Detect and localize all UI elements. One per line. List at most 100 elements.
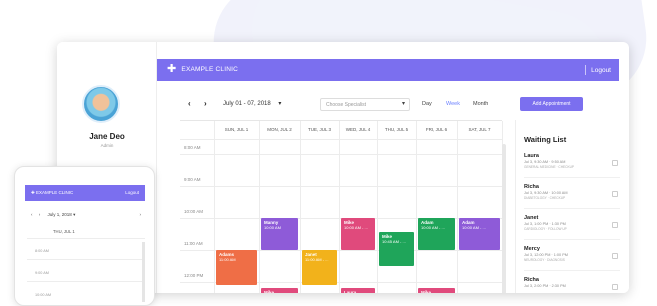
mobile-top-nav-bar: ✚ EXAMPLE CLINIC Logout [25, 185, 145, 201]
grid-column-line [339, 121, 340, 293]
week-calendar-grid: SUN, JUL 1 MON, JUL 2 TUE, JUL 3 WED, JUL 4… [180, 120, 503, 293]
waiting-patient-name: Richa [524, 277, 539, 283]
specialist-select[interactable]: Choose Specialist ▾ [320, 98, 410, 111]
calendar-icon[interactable] [612, 253, 618, 259]
prev-week-button[interactable]: ‹ [188, 99, 191, 108]
mobile-next-button[interactable]: › [39, 212, 41, 217]
appointment-event[interactable]: Manny 10:00 AM [261, 218, 298, 250]
grid-row-line [180, 186, 502, 187]
grid-column-line [377, 121, 378, 293]
time-slot-label: 12:00 PM [184, 273, 204, 278]
add-appointment-button[interactable]: Add Appointment [520, 97, 583, 111]
appointment-event[interactable]: Adams 11:00 AM [216, 250, 257, 286]
appointment-event[interactable]: Mike [418, 288, 455, 293]
date-range-dropdown[interactable]: July 01 - 07, 2018 ▾ [223, 100, 281, 107]
date-range-label: July 01 - 07, 2018 [223, 101, 271, 107]
view-month-button[interactable]: Month [473, 101, 488, 107]
mobile-logout-button[interactable]: Logout [125, 190, 139, 195]
calendar-toolbar: ‹ › July 01 - 07, 2018 ▾ Choose Speciali… [179, 98, 509, 112]
logout-button[interactable]: Logout [585, 65, 611, 75]
waiting-appointment-time: Jul 3, 9:30 AM · 9:50 AM [524, 160, 566, 164]
appointment-event[interactable]: Mike [261, 288, 298, 293]
mobile-time-label: 9:00 AM [35, 271, 49, 275]
day-column-header[interactable]: SAT, JUL 7 [457, 127, 502, 132]
calendar-icon[interactable] [612, 284, 618, 290]
mobile-date-label[interactable]: July 1, 2018 [48, 212, 72, 217]
time-slot-label: 9:00 AM [184, 177, 201, 182]
waiting-list-item[interactable]: Richa Jul 3, 9:30 AM · 10:00 AM DIABETOLOG… [524, 184, 620, 209]
appointment-event[interactable]: Mike 10:00 AM - ... [341, 218, 375, 250]
mobile-time-label: 10:00 AM [35, 293, 52, 297]
appointment-time: 10:45 AM - ... [382, 239, 406, 245]
waiting-appointment-time: Jul 3, 2:00 PM · 2:30 PM [524, 284, 566, 288]
top-nav-bar: ✚ EXAMPLE CLINIC Logout [157, 59, 619, 81]
brand-logo[interactable]: ✚ EXAMPLE CLINIC [167, 64, 238, 75]
mobile-app-preview: ✚ EXAMPLE CLINIC Logout ‹ › July 1, 2018… [14, 166, 155, 306]
mobile-time-label: 8:00 AM [35, 249, 49, 253]
appointment-time: 10:00 AM - ... [344, 225, 368, 230]
mobile-brand-name: EXAMPLE CLINIC [36, 190, 74, 195]
divider [27, 281, 145, 282]
avatar[interactable] [82, 85, 120, 123]
view-week-button[interactable]: Week [446, 101, 460, 107]
calendar-icon[interactable] [612, 222, 618, 228]
waiting-department: DIABETOLOGY · CHECKUP [524, 196, 566, 200]
chevron-down-icon: ▾ [73, 212, 76, 217]
day-column-header[interactable]: WED, JUL 4 [339, 127, 377, 132]
time-slot-label: 8:00 AM [184, 145, 201, 150]
divider [27, 238, 145, 239]
divider [27, 259, 145, 260]
grid-column-line [300, 121, 301, 293]
appointment-time: 11:00 AM [219, 257, 236, 262]
appointment-time: 10:00 AM - ... [421, 225, 445, 230]
grid-column-line [416, 121, 417, 293]
mobile-scrollbar[interactable] [142, 242, 145, 302]
divider [585, 65, 587, 75]
appointment-event[interactable]: Mike 10:45 AM - ... [379, 232, 414, 266]
profile-role: Admin [100, 143, 114, 148]
day-column-header[interactable]: SUN, JUL 1 [214, 127, 259, 132]
appointment-event[interactable]: Adam 10:00 AM - ... [459, 218, 500, 250]
appointment-time: 11:00 AM - ... [305, 257, 329, 262]
waiting-list-title: Waiting List [524, 135, 567, 144]
mobile-brand[interactable]: ✚ EXAMPLE CLINIC [31, 190, 73, 196]
waiting-list-item[interactable]: Mercy Jul 3, 12:00 PM · 1:00 PM NEUROLOGY … [524, 246, 620, 271]
waiting-list-panel: Waiting List Laura Jul 3, 9:30 AM · 9:50 … [515, 120, 629, 293]
appointment-time: 10:00 AM [264, 225, 281, 230]
appointment-time: 10:00 AM - ... [462, 225, 486, 230]
next-week-button[interactable]: › [204, 99, 207, 108]
appointment-event[interactable]: Laura [341, 288, 375, 293]
waiting-appointment-time: Jul 3, 12:00 PM · 1:00 PM [524, 253, 568, 257]
mobile-prev-button[interactable]: ‹ [31, 212, 33, 217]
waiting-list-item[interactable]: Laura Jul 3, 9:30 AM · 9:50 AM GENERAL MED… [524, 153, 620, 178]
time-slot-label: 11:00 AM [184, 241, 203, 246]
appointment-event[interactable]: Adam 10:00 AM - ... [418, 218, 455, 250]
waiting-patient-name: Richa [524, 184, 539, 190]
waiting-department: CARDIOLOGY · FOLLOW UP [524, 227, 567, 231]
waiting-appointment-time: Jul 3, 9:30 AM · 10:00 AM [524, 191, 568, 195]
day-column-header[interactable]: FRI, JUL 6 [416, 127, 457, 132]
chevron-down-icon: ▾ [278, 101, 282, 107]
calendar-scrollbar[interactable] [502, 144, 506, 293]
grid-column-line [214, 121, 215, 293]
time-slot-label: 10:00 AM [184, 209, 204, 214]
waiting-department: GENERAL MEDICINE · CHECKUP [524, 165, 575, 169]
mobile-next-day-button[interactable]: › [140, 212, 142, 217]
view-day-button[interactable]: Day [422, 101, 432, 107]
grid-row-line [180, 154, 502, 155]
waiting-list-item[interactable]: Janet Jul 3, 1:00 PM · 1:30 PM CARDIOLOGY … [524, 215, 620, 240]
grid-column-line [457, 121, 458, 293]
grid-column-line [259, 121, 260, 293]
waiting-list-item[interactable]: Richa Jul 3, 2:00 PM · 2:30 PM [524, 277, 620, 293]
logout-label: Logout [591, 66, 611, 74]
calendar-icon[interactable] [612, 160, 618, 166]
calendar-icon[interactable] [612, 191, 618, 197]
day-column-header[interactable]: TUE, JUL 3 [300, 127, 339, 132]
waiting-department: NEUROLOGY · DIAGNOSIS [524, 258, 565, 262]
appointment-event[interactable]: Janet 11:00 AM - ... [302, 250, 337, 286]
day-column-header[interactable]: MON, JUL 2 [259, 127, 300, 132]
day-column-header[interactable]: THU, JUL 5 [377, 127, 416, 132]
waiting-patient-name: Janet [524, 215, 539, 221]
waiting-appointment-time: Jul 3, 1:00 PM · 1:30 PM [524, 222, 566, 226]
waiting-patient-name: Mercy [524, 246, 540, 252]
